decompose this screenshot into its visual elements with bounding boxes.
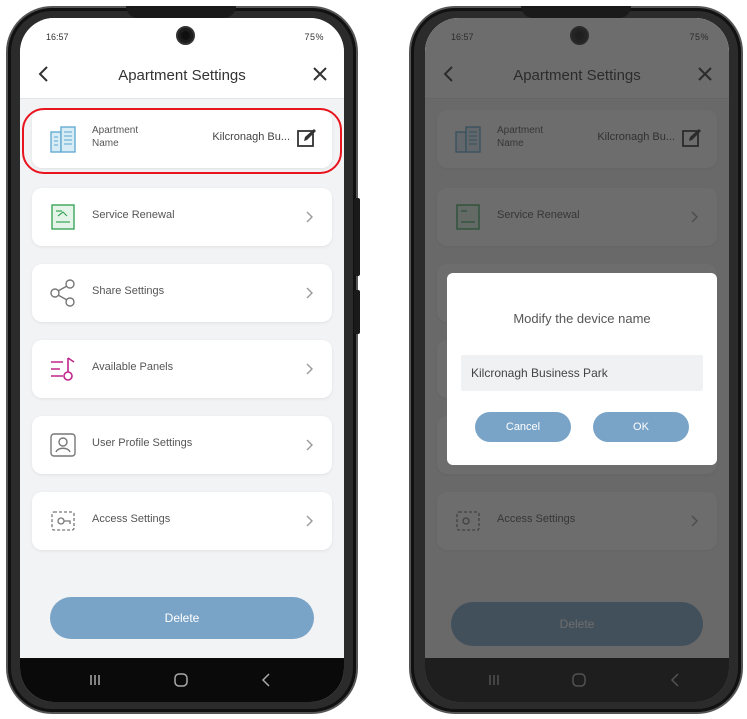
rename-dialog: Modify the device name Kilcronagh Busine… bbox=[447, 273, 717, 465]
system-nav-bar bbox=[20, 658, 344, 702]
home-icon[interactable] bbox=[172, 671, 190, 689]
share-icon bbox=[50, 279, 75, 307]
user-profile-settings-row[interactable]: User Profile Settings bbox=[32, 416, 332, 474]
dialog-title: Modify the device name bbox=[513, 311, 651, 326]
delete-button[interactable]: Delete bbox=[50, 597, 314, 639]
card-label: Available Panels bbox=[92, 361, 174, 373]
service-renewal-icon bbox=[51, 204, 75, 230]
right-screen: 16:57 75% Apartment Settings Apartment N… bbox=[425, 18, 729, 702]
phone-top-bezel bbox=[126, 6, 236, 18]
close-icon[interactable] bbox=[308, 62, 332, 86]
left-phone: 16:57 75% Apartment Settings Apartment N… bbox=[8, 6, 360, 712]
chevron-right-icon bbox=[306, 287, 313, 299]
panels-icon bbox=[51, 357, 75, 381]
right-phone: 16:57 75% Apartment Settings Apartment N… bbox=[411, 6, 741, 712]
recent-apps-icon[interactable] bbox=[86, 671, 104, 689]
highlight-outline bbox=[22, 108, 342, 174]
chevron-right-icon bbox=[306, 363, 313, 375]
card-label: User Profile Settings bbox=[92, 437, 193, 449]
app-header: Apartment Settings bbox=[20, 52, 344, 99]
cancel-button[interactable]: Cancel bbox=[475, 412, 571, 442]
status-time: 16:57 bbox=[46, 32, 69, 42]
card-label: Share Settings bbox=[92, 285, 165, 297]
service-renewal-row[interactable]: Service Renewal bbox=[32, 188, 332, 246]
share-settings-row[interactable]: Share Settings bbox=[32, 264, 332, 322]
side-button bbox=[354, 198, 360, 276]
page-title: Apartment Settings bbox=[118, 66, 246, 84]
back-icon[interactable] bbox=[258, 671, 276, 689]
chevron-right-icon bbox=[306, 439, 313, 451]
device-name-input[interactable]: Kilcronagh Business Park bbox=[461, 355, 703, 391]
side-button bbox=[354, 290, 360, 334]
card-label: Access Settings bbox=[92, 513, 171, 525]
left-screen: 16:57 75% Apartment Settings Apartment N… bbox=[20, 18, 344, 702]
status-battery: 75% bbox=[304, 32, 324, 42]
ok-button[interactable]: OK bbox=[593, 412, 689, 442]
phone-top-bezel bbox=[521, 6, 631, 18]
front-camera bbox=[176, 26, 195, 45]
available-panels-row[interactable]: Available Panels bbox=[32, 340, 332, 398]
user-profile-icon bbox=[50, 433, 76, 457]
card-label: Service Renewal bbox=[92, 209, 175, 221]
chevron-right-icon bbox=[306, 211, 313, 223]
access-icon bbox=[51, 511, 75, 531]
access-settings-row[interactable]: Access Settings bbox=[32, 492, 332, 550]
chevron-left-icon[interactable] bbox=[34, 62, 54, 86]
chevron-right-icon bbox=[306, 515, 313, 527]
